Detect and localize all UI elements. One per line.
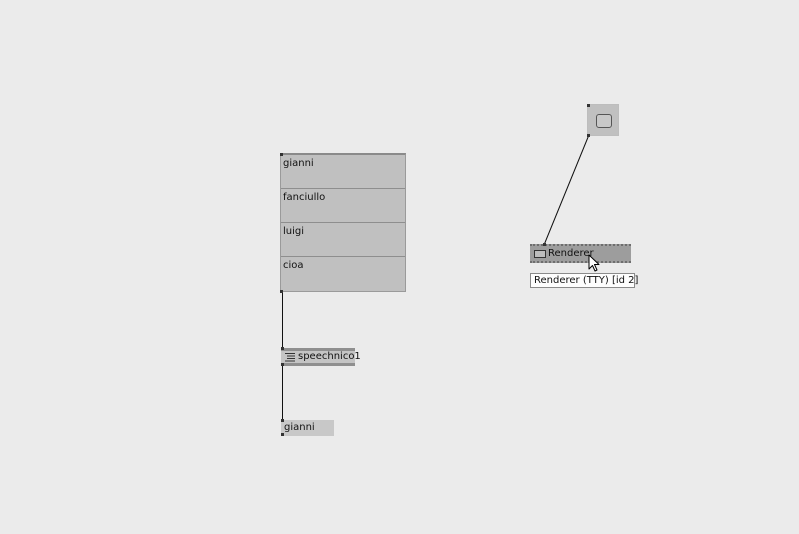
menu-inlet[interactable] xyxy=(280,153,283,156)
speech-object[interactable]: speechnico1 xyxy=(281,348,361,366)
toggle-inlet[interactable] xyxy=(587,104,590,107)
speech-inlet[interactable] xyxy=(281,347,284,350)
name-list-menu[interactable]: gianni fanciullo luigi cioa xyxy=(280,153,406,292)
speech-outlet[interactable] xyxy=(281,363,284,366)
menu-item-label: gianni xyxy=(283,158,314,169)
list-icon xyxy=(285,353,295,362)
rounded-square-icon xyxy=(596,114,612,128)
menu-item[interactable]: cioa xyxy=(281,257,405,291)
menu-item[interactable]: gianni xyxy=(281,155,405,189)
menu-item-label: cioa xyxy=(283,260,304,271)
renderer-inlet[interactable] xyxy=(543,243,546,246)
tooltip-text: Renderer (TTY) [id 2] xyxy=(534,275,639,286)
output-message-box[interactable]: gianni xyxy=(281,420,334,436)
renderer-tooltip: Renderer (TTY) [id 2] xyxy=(530,273,639,288)
menu-item[interactable]: luigi xyxy=(281,223,405,257)
renderer-object[interactable]: Renderer xyxy=(530,244,631,263)
toggle-outlet[interactable] xyxy=(587,134,590,137)
output-inlet[interactable] xyxy=(281,419,284,422)
toggle-button[interactable] xyxy=(587,104,619,136)
arrow-pointer-icon xyxy=(588,254,600,272)
cord-toggle-to-renderer[interactable] xyxy=(543,135,589,246)
menu-item[interactable]: fanciullo xyxy=(281,189,405,223)
menu-outlet[interactable] xyxy=(280,290,283,293)
renderer-label: Renderer xyxy=(548,248,594,259)
speech-object-label: speechnico1 xyxy=(298,351,361,362)
menu-item-label: luigi xyxy=(283,226,305,237)
output-value: gianni xyxy=(284,422,315,433)
menu-item-label: fanciullo xyxy=(283,192,326,203)
monitor-icon xyxy=(534,250,546,258)
output-outlet[interactable] xyxy=(281,433,284,436)
